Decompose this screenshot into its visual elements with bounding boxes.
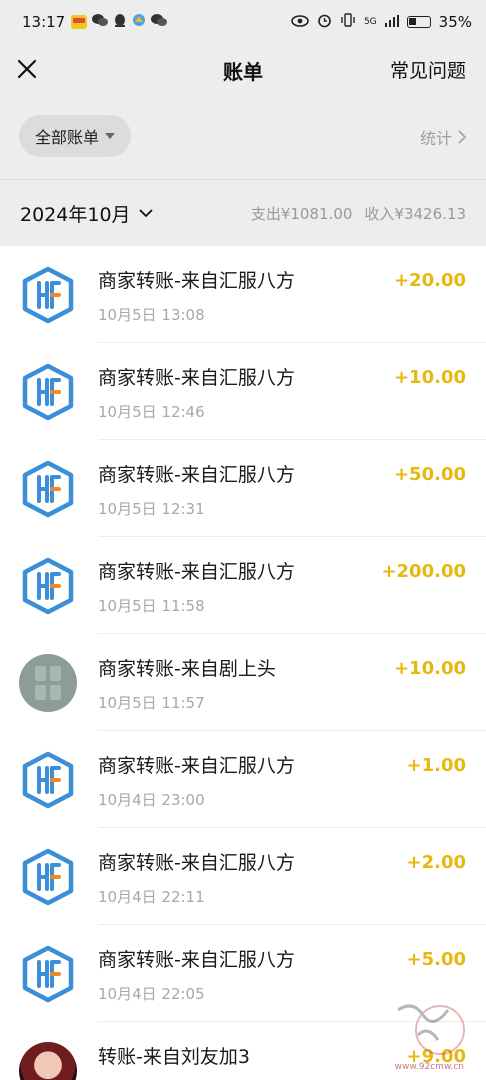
bill-row[interactable]: 商家转账-来自剧上头 10月5日 11:57 +10.00: [0, 634, 486, 731]
bill-amount: +2.00: [406, 852, 467, 873]
bill-amount: +5.00: [406, 949, 467, 970]
bill-time: 10月4日 23:00: [98, 791, 205, 809]
battery-icon: [406, 16, 431, 28]
caret-down-icon: [105, 133, 115, 139]
watermark-url: www.92cmw.cn: [394, 1062, 464, 1072]
bill-row[interactable]: 商家转账-来自汇服八方 10月5日 12:31 +50.00: [0, 440, 486, 537]
bill-row[interactable]: 商家转账-来自汇服八方 10月5日 11:58 +200.00: [0, 537, 486, 634]
month-selector[interactable]: 2024年10月: [20, 200, 153, 227]
merchant-hf-logo-icon: [19, 363, 77, 421]
bill-time: 10月5日 13:08: [98, 306, 205, 324]
bill-type-filter[interactable]: 全部账单: [19, 115, 131, 157]
watermark-seal-logo: [397, 1004, 465, 1055]
bill-title: 商家转账-来自汇服八方: [98, 464, 295, 486]
close-icon: [17, 59, 37, 79]
merchant-hf-logo-icon: [19, 266, 77, 324]
bill-list: 商家转账-来自汇服八方 10月5日 13:08 +20.00 商家转账-来自汇服八方…: [0, 246, 486, 1080]
bill-time: 10月5日 12:31: [98, 500, 205, 518]
chevron-down-icon: [138, 208, 153, 217]
stats-label: 统计: [419, 129, 452, 148]
bill-amount: +10.00: [393, 658, 466, 679]
bill-title: 商家转账-来自剧上头: [98, 658, 276, 680]
vibrate-icon: [340, 13, 356, 31]
bill-row[interactable]: 商家转账-来自汇服八方 10月5日 13:08 +20.00: [0, 246, 486, 343]
signal-icon: [384, 13, 399, 31]
status-bar: 13:17 5G 35%: [0, 0, 486, 44]
wechat-notification-icon: [92, 13, 109, 31]
bill-amount: +1.00: [406, 755, 467, 776]
faq-link[interactable]: 常见问题: [390, 56, 466, 83]
merchant-grid-logo-icon: [19, 654, 77, 712]
expense-total: 支出¥1081.00: [250, 204, 353, 223]
income-total: 收入¥3426.13: [364, 204, 466, 223]
qq-notification-icon: [113, 13, 127, 32]
user-avatar: [19, 1042, 77, 1080]
bill-title: 商家转账-来自汇服八方: [98, 270, 295, 292]
battery-percent: 35%: [438, 13, 472, 31]
close-button[interactable]: [12, 54, 42, 84]
bill-amount: +50.00: [393, 464, 466, 485]
bill-row[interactable]: 商家转账-来自汇服八方 10月4日 23:00 +1.00: [0, 731, 486, 828]
month-totals: 支出¥1081.00 收入¥3426.13: [251, 203, 466, 224]
status-time: 13:17: [22, 13, 66, 31]
stats-link[interactable]: 统计: [420, 125, 466, 149]
meituan-app-icon: [71, 15, 88, 29]
bill-title: 商家转账-来自汇服八方: [98, 367, 295, 389]
merchant-hf-logo-icon: [19, 945, 77, 1003]
wechat-icon: [151, 13, 168, 31]
bill-time: 10月5日 11:58: [98, 597, 205, 615]
filter-chip-label: 全部账单: [34, 128, 99, 147]
merchant-hf-logo-icon: [19, 460, 77, 518]
bill-title: 商家转账-来自汇服八方: [98, 852, 295, 874]
bill-time: 10月5日 11:57: [98, 694, 205, 712]
filter-bar: 全部账单 统计: [0, 96, 486, 180]
bill-time: 10月5日 12:46: [98, 403, 205, 421]
bill-row[interactable]: 商家转账-来自汇服八方 10月4日 22:11 +2.00: [0, 828, 486, 925]
bill-row[interactable]: 商家转账-来自汇服八方 10月5日 12:46 +10.00: [0, 343, 486, 440]
nav-bar: 账单 常见问题: [0, 44, 486, 96]
bill-time: 10月4日 22:05: [98, 985, 205, 1003]
bill-amount: +10.00: [393, 367, 466, 388]
bill-title: 商家转账-来自汇服八方: [98, 561, 295, 583]
bill-title: 商家转账-来自汇服八方: [98, 755, 295, 777]
alarm-icon: [317, 13, 332, 32]
chevron-right-icon: [458, 130, 466, 144]
page-title: 账单: [223, 59, 263, 84]
bill-amount: +20.00: [393, 270, 466, 291]
bill-title: 商家转账-来自汇服八方: [98, 949, 295, 971]
bill-amount: +200.00: [381, 561, 466, 582]
eye-icon: [291, 13, 309, 31]
merchant-hf-logo-icon: [19, 848, 77, 906]
merchant-hf-logo-icon: [19, 751, 77, 809]
status-right: 5G 35%: [291, 13, 472, 32]
network-label: 5G: [363, 17, 377, 27]
bill-title: 转账-来自刘友加3: [98, 1046, 250, 1068]
month-label: 2024年10月: [20, 203, 131, 226]
bill-time: 10月4日 22:11: [98, 888, 205, 906]
browser-notification-icon: [132, 13, 146, 31]
month-summary: 2024年10月 支出¥1081.00 收入¥3426.13: [0, 180, 486, 246]
bill-page: 13:17 5G 35% 账单 常见问题 全部账单 统计 2024年10月 支出…: [0, 0, 486, 1080]
merchant-hf-logo-icon: [19, 557, 77, 615]
